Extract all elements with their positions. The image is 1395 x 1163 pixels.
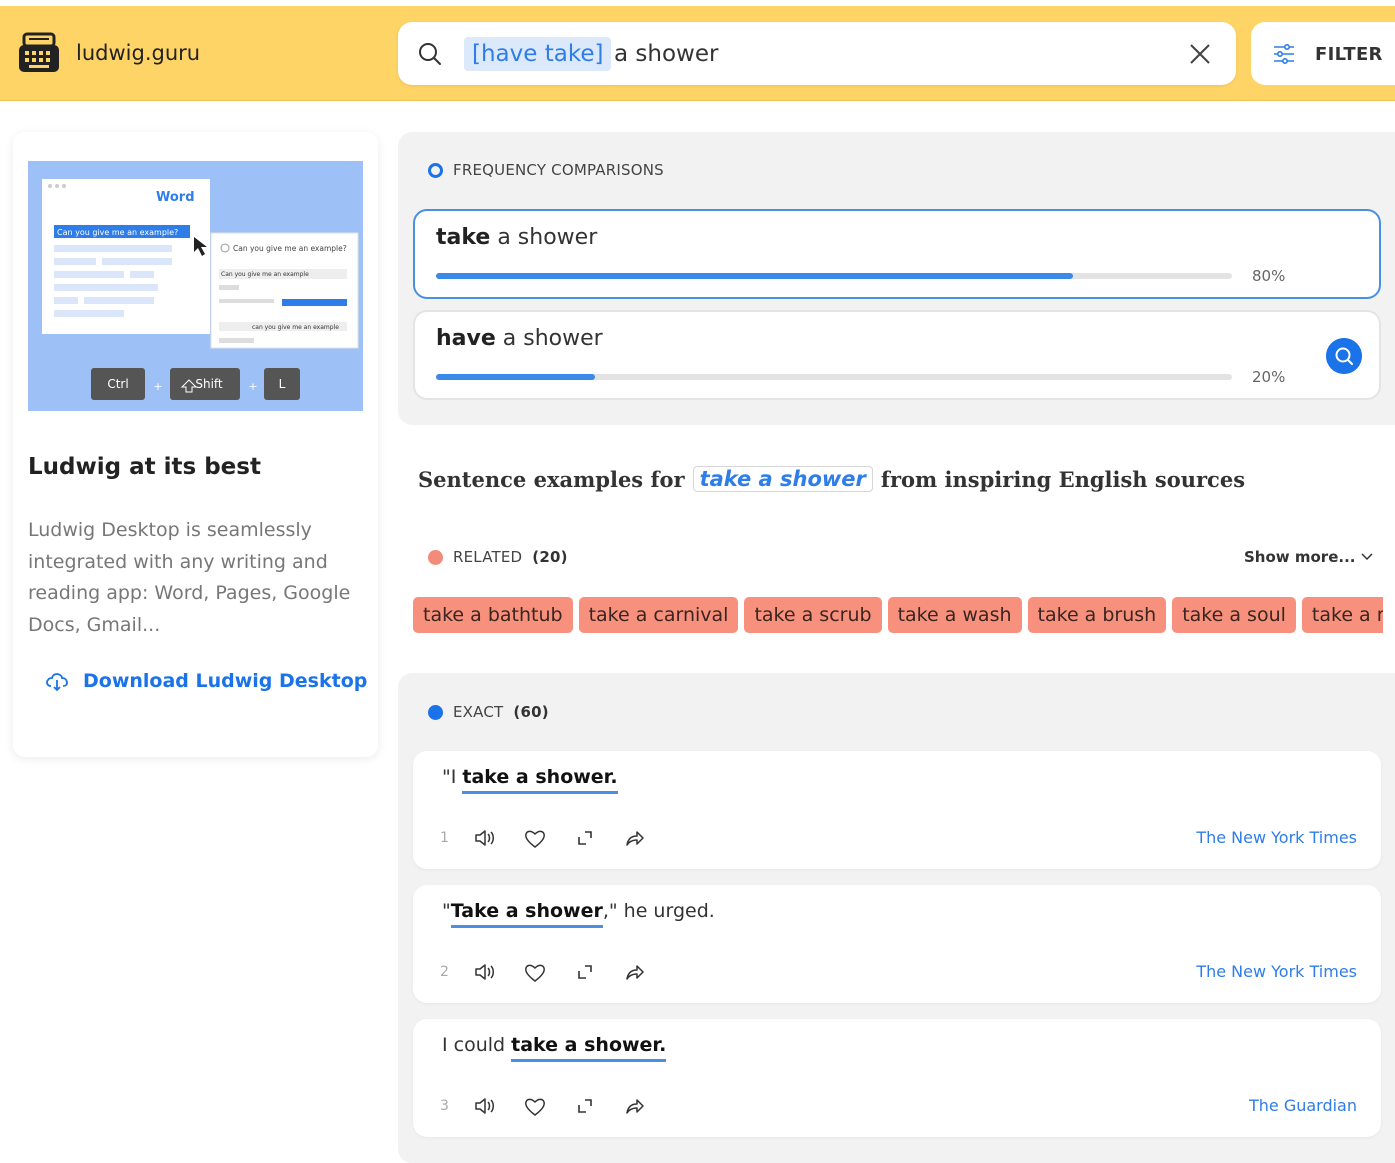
frequency-phrase: take a shower bbox=[436, 225, 598, 250]
exact-section-header: EXACT (60) bbox=[428, 703, 549, 721]
svg-text:+: + bbox=[248, 380, 257, 393]
sentence-post: ," he urged. bbox=[602, 900, 715, 922]
related-tag[interactable]: take a brush bbox=[1027, 597, 1167, 633]
exact-dot-icon bbox=[428, 704, 443, 720]
frequency-phrase: have a shower bbox=[436, 326, 603, 351]
example-number: 2 bbox=[440, 964, 449, 980]
share-icon[interactable] bbox=[623, 1095, 647, 1117]
frequency-bar-fill bbox=[436, 273, 1073, 279]
show-more-button[interactable]: Show more... bbox=[1244, 548, 1373, 566]
illustration-selected-text: Can you give me an example? bbox=[57, 228, 178, 237]
frequency-percent: 80% bbox=[1252, 267, 1286, 285]
sentence-highlight: Take a shower bbox=[450, 900, 603, 928]
heart-icon[interactable] bbox=[523, 1095, 547, 1117]
brand-name[interactable]: ludwig.guru bbox=[76, 41, 200, 65]
filter-label: FILTER bbox=[1315, 44, 1383, 65]
related-label: RELATED bbox=[453, 548, 523, 566]
speaker-icon[interactable] bbox=[473, 961, 497, 983]
examples-heading: Sentence examples for take a shower from… bbox=[418, 466, 1245, 492]
ludwig-desktop-illustration: Word Can you give me an example? Can you… bbox=[28, 161, 363, 411]
example-card[interactable]: I could take a shower. 3 The Guardian bbox=[413, 1019, 1381, 1137]
illustration-key-shift: Shift bbox=[195, 377, 223, 391]
heart-icon[interactable] bbox=[523, 961, 547, 983]
illustration-key-l: L bbox=[279, 377, 286, 391]
illustration-key-ctrl: Ctrl bbox=[107, 377, 128, 391]
heart-icon[interactable] bbox=[523, 827, 547, 849]
download-desktop-link[interactable]: Download Ludwig Desktop bbox=[45, 670, 367, 692]
exact-label: EXACT bbox=[453, 703, 504, 721]
examples-heading-after: from inspiring English sources bbox=[880, 466, 1246, 492]
search-query-text[interactable]: a shower bbox=[614, 37, 718, 71]
sentence-highlight: take a shower. bbox=[511, 1034, 667, 1062]
promo-description: Ludwig Desktop is seamlessly integrated … bbox=[28, 519, 351, 636]
related-dot-icon bbox=[428, 549, 443, 565]
expand-icon[interactable] bbox=[573, 1095, 597, 1117]
clear-search-icon[interactable] bbox=[1188, 42, 1212, 66]
search-phrase-icon[interactable] bbox=[1326, 338, 1362, 374]
example-number: 1 bbox=[440, 830, 449, 846]
illustration-window-title: Word bbox=[156, 190, 195, 205]
sentence-pre: " bbox=[442, 900, 451, 922]
download-desktop-label: Download Ludwig Desktop bbox=[83, 670, 368, 692]
illustration-panel-query: Can you give me an example? bbox=[233, 244, 347, 253]
example-sentence: "Take a shower," he urged. bbox=[442, 900, 715, 928]
share-icon[interactable] bbox=[623, 827, 647, 849]
share-icon[interactable] bbox=[623, 961, 647, 983]
related-tag[interactable]: take a scrub bbox=[744, 597, 882, 633]
sentence-pre: I could bbox=[442, 1034, 512, 1056]
example-source-link[interactable]: The Guardian bbox=[1249, 1096, 1357, 1115]
related-tag[interactable]: take a wash bbox=[887, 597, 1022, 633]
related-tag[interactable]: take a bathtub bbox=[413, 597, 573, 633]
example-card[interactable]: "I take a shower. 1 The New York Times bbox=[413, 751, 1381, 869]
illustration-panel-item-1: Can you give me an example bbox=[221, 271, 309, 278]
sentence-highlight: take a shower. bbox=[462, 766, 618, 794]
example-number: 3 bbox=[440, 1098, 449, 1114]
frequency-section-header: FREQUENCY COMPARISONS bbox=[428, 161, 664, 179]
related-section-header: RELATED (20) bbox=[428, 548, 568, 566]
example-source-link[interactable]: The New York Times bbox=[1196, 962, 1357, 981]
illustration-panel-item-2: can you give me an example bbox=[252, 324, 339, 331]
desktop-promo-card: Word Can you give me an example? Can you… bbox=[13, 132, 378, 757]
ring-marker-icon bbox=[428, 162, 443, 178]
search-query-chip[interactable]: [have take] bbox=[464, 37, 612, 71]
search-bar[interactable]: [have take] a shower bbox=[398, 22, 1236, 85]
examples-heading-before: Sentence examples for bbox=[418, 466, 685, 492]
expand-icon[interactable] bbox=[573, 961, 597, 983]
related-tags: take a bathtub take a carnival take a scru… bbox=[413, 597, 1383, 633]
cloud-download-icon bbox=[46, 673, 68, 692]
expand-icon[interactable] bbox=[573, 827, 597, 849]
chevron-down-icon bbox=[1361, 553, 1373, 561]
example-sentence: "I take a shower. bbox=[442, 766, 618, 794]
examples-heading-chip[interactable]: take a shower bbox=[692, 466, 873, 492]
frequency-card-have[interactable]: have a shower 20% bbox=[413, 310, 1381, 400]
example-card[interactable]: "Take a shower," he urged. 2 The New York … bbox=[413, 885, 1381, 1003]
svg-text:+: + bbox=[153, 380, 162, 393]
frequency-percent: 20% bbox=[1252, 368, 1286, 386]
example-sentence: I could take a shower. bbox=[442, 1034, 667, 1062]
sentence-pre: "I bbox=[442, 766, 463, 788]
exact-count: (60) bbox=[513, 703, 549, 721]
frequency-bar-fill bbox=[436, 374, 596, 380]
example-source-link[interactable]: The New York Times bbox=[1196, 828, 1357, 847]
frequency-card-take[interactable]: take a shower 80% bbox=[413, 209, 1381, 299]
frequency-section-label: FREQUENCY COMPARISONS bbox=[453, 161, 664, 179]
top-bar: ludwig.guru [have take] a shower FILTER bbox=[0, 6, 1395, 101]
frequency-bar bbox=[436, 273, 1232, 279]
filter-button[interactable]: FILTER bbox=[1251, 22, 1395, 85]
show-more-label: Show more... bbox=[1244, 548, 1356, 566]
search-icon bbox=[419, 43, 441, 65]
promo-title: Ludwig at its best bbox=[28, 454, 261, 480]
filter-sliders-icon bbox=[1274, 44, 1294, 64]
related-tag[interactable]: take a mixe bbox=[1301, 597, 1383, 633]
frequency-comparisons-panel: FREQUENCY COMPARISONS take a shower 80% … bbox=[398, 132, 1395, 425]
related-tag[interactable]: take a soul bbox=[1172, 597, 1296, 633]
related-count: (20) bbox=[532, 548, 568, 566]
typewriter-logo-icon[interactable] bbox=[18, 32, 60, 74]
related-tag[interactable]: take a carnival bbox=[578, 597, 739, 633]
speaker-icon[interactable] bbox=[473, 1095, 497, 1117]
frequency-bar bbox=[436, 374, 1232, 380]
speaker-icon[interactable] bbox=[473, 827, 497, 849]
